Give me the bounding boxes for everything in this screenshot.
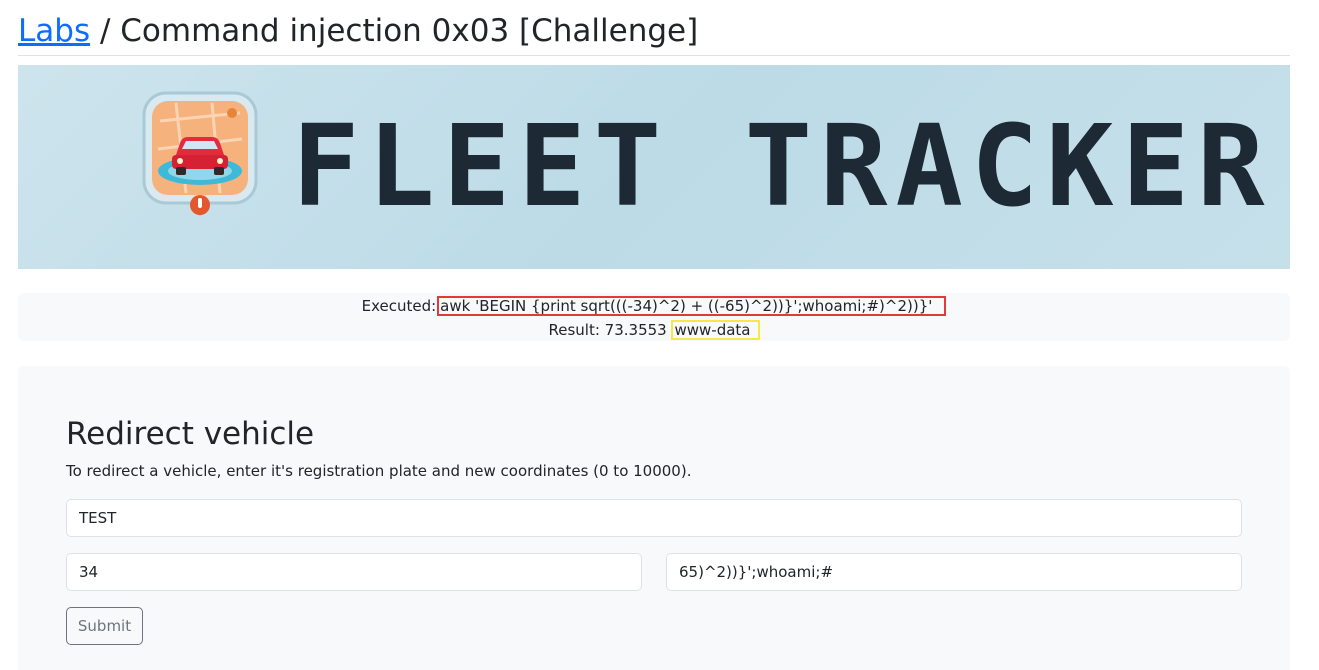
page-title: Command injection 0x03 [Challenge] (120, 13, 699, 49)
y-coordinate-input[interactable] (666, 553, 1242, 591)
injected-output: www-data (671, 319, 760, 340)
fleet-tracker-banner: FLEET TRACKER (18, 65, 1290, 269)
result-label: Result: 73.3553 (548, 321, 667, 339)
executed-command: awk 'BEGIN {print sqrt(((-34)^2) + ((-65… (437, 295, 947, 316)
car-map-pin-icon (142, 91, 258, 217)
redirect-vehicle-form: Redirect vehicle To redirect a vehicle, … (18, 366, 1290, 670)
breadcrumb-separator: / (90, 13, 121, 49)
labs-link[interactable]: Labs (18, 13, 90, 49)
x-coordinate-input[interactable] (66, 553, 642, 591)
banner-brand-text: FLEET TRACKER (292, 102, 1273, 232)
execution-output: Executed: awk 'BEGIN {print sqrt(((-34)^2… (18, 293, 1290, 341)
executed-label: Executed: (361, 297, 437, 315)
page: Labs / Command injection 0x03 [Challenge… (0, 0, 1319, 670)
page-header: Labs / Command injection 0x03 [Challenge… (18, 0, 1290, 56)
submit-button[interactable]: Submit (66, 607, 143, 645)
plate-input[interactable] (66, 499, 1242, 537)
form-heading: Redirect vehicle (66, 416, 315, 452)
form-description: To redirect a vehicle, enter it's regist… (66, 462, 692, 480)
executed-line: Executed: awk 'BEGIN {print sqrt(((-34)^2… (18, 295, 1290, 317)
breadcrumb: Labs / Command injection 0x03 [Challenge… (18, 10, 698, 52)
result-line: Result: 73.3553 www-data (18, 319, 1290, 341)
